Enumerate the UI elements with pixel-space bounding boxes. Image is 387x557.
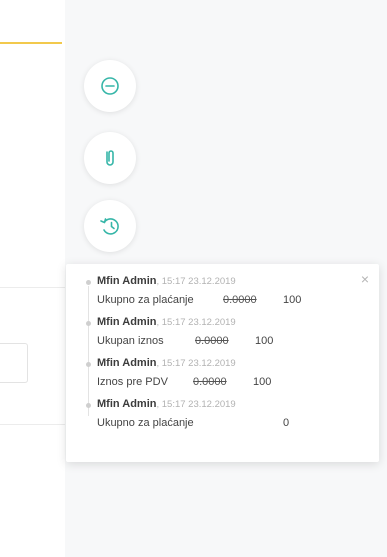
entry-user: Mfin Admin: [97, 357, 157, 369]
history-popover: × Mfin Admin, 15:17 23.12.2019 Ukupno za…: [66, 264, 379, 462]
entry-timestamp: , 15:17 23.12.2019: [156, 317, 236, 328]
divider: [0, 424, 65, 425]
history-entry: Mfin Admin, 15:17 23.12.2019 Ukupno za p…: [66, 387, 379, 429]
attachments-button[interactable]: [84, 132, 136, 184]
entry-user: Mfin Admin: [97, 398, 157, 410]
timeline-dot: [86, 362, 91, 367]
divider: [0, 287, 65, 288]
history-button[interactable]: [84, 200, 136, 252]
input-field[interactable]: [0, 343, 28, 383]
entry-new-value: 0: [283, 417, 290, 429]
history-entry: Mfin Admin, 15:17 23.12.2019 Ukupno za p…: [66, 264, 379, 306]
form-panel: [0, 0, 65, 557]
history-entry: Mfin Admin, 15:17 23.12.2019 Iznos pre P…: [66, 346, 379, 388]
active-tab-indicator: [0, 42, 62, 44]
comments-button[interactable]: [84, 60, 136, 112]
entry-user: Mfin Admin: [97, 275, 157, 287]
paperclip-icon: [106, 150, 114, 166]
timeline-dot: [86, 321, 91, 326]
entry-timestamp: , 15:17 23.12.2019: [156, 399, 236, 410]
entry-timestamp: , 15:17 23.12.2019: [156, 358, 236, 369]
timeline-dot: [86, 403, 91, 408]
history-icon: [100, 218, 119, 235]
entry-field: Ukupno za plaćanje: [97, 417, 194, 429]
timeline-dot: [86, 280, 91, 285]
entry-timestamp: , 15:17 23.12.2019: [156, 276, 236, 287]
history-entry: Mfin Admin, 15:17 23.12.2019 Ukupan izno…: [66, 305, 379, 347]
comment-icon: [101, 77, 119, 95]
entry-user: Mfin Admin: [97, 316, 157, 328]
